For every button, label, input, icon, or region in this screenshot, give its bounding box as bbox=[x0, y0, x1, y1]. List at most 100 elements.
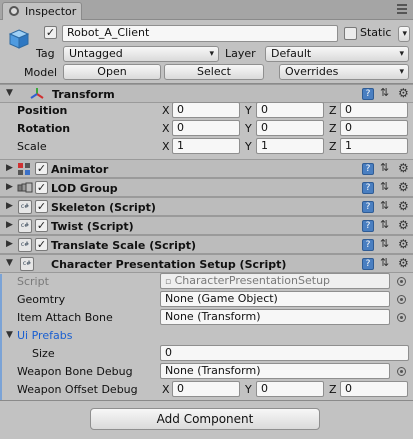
size-field[interactable]: 0 bbox=[160, 345, 409, 361]
menu-icon[interactable] bbox=[397, 4, 407, 14]
tag-dropdown[interactable]: Untagged ▾ bbox=[63, 46, 219, 62]
gear-icon[interactable]: ⚙ bbox=[398, 87, 410, 99]
weapon-bone-debug-field[interactable]: None (Transform) bbox=[160, 363, 390, 379]
item-attach-bone-field[interactable]: None (Transform) bbox=[160, 309, 390, 325]
presets-icon[interactable]: ⇅ bbox=[380, 87, 392, 99]
translate-scale-header[interactable]: ▶ c# ✓ Translate Scale (Script) ? ⇅ ⚙ bbox=[0, 235, 413, 254]
select-button[interactable]: Select bbox=[164, 64, 264, 80]
axis-y-label[interactable]: Y bbox=[245, 140, 252, 153]
rotation-label: Rotation bbox=[17, 122, 71, 135]
gameobject-name-field[interactable]: Robot_A_Client bbox=[62, 25, 338, 42]
help-book-icon[interactable]: ? bbox=[362, 182, 374, 194]
gear-icon[interactable]: ⚙ bbox=[398, 238, 410, 250]
weapon-offset-z-field[interactable]: 0 bbox=[340, 381, 408, 397]
tab-inspector[interactable]: Inspector bbox=[2, 2, 82, 20]
presets-icon[interactable]: ⇅ bbox=[380, 238, 392, 250]
object-picker-icon[interactable] bbox=[397, 313, 406, 322]
gameobject-cube-icon bbox=[8, 29, 30, 49]
tag-label: Tag bbox=[36, 47, 55, 60]
axis-y-label[interactable]: Y bbox=[245, 383, 252, 396]
presets-icon[interactable]: ⇅ bbox=[380, 200, 392, 212]
axis-z-label[interactable]: Z bbox=[329, 104, 337, 117]
presets-icon[interactable]: ⇅ bbox=[380, 162, 392, 174]
geomtry-label: Geomtry bbox=[17, 293, 66, 306]
help-book-icon[interactable]: ? bbox=[362, 201, 374, 213]
presets-icon[interactable]: ⇅ bbox=[380, 219, 392, 231]
transform-title: Transform bbox=[52, 88, 115, 101]
help-book-icon[interactable]: ? bbox=[362, 258, 374, 270]
translate-scale-enabled-checkbox[interactable]: ✓ bbox=[35, 238, 48, 251]
foldout-expanded-icon[interactable]: ▼ bbox=[6, 258, 13, 268]
component-selection-bar bbox=[0, 274, 2, 400]
foldout-expanded-icon[interactable]: ▼ bbox=[6, 88, 13, 98]
foldout-collapsed-icon[interactable]: ▶ bbox=[6, 239, 13, 249]
position-y-field[interactable]: 0 bbox=[256, 102, 324, 118]
twist-header[interactable]: ▶ c# ✓ Twist (Script) ? ⇅ ⚙ bbox=[0, 216, 413, 235]
scale-label: Scale bbox=[17, 140, 47, 153]
gear-icon[interactable]: ⚙ bbox=[398, 181, 410, 193]
ui-prefabs-label[interactable]: Ui Prefabs bbox=[17, 329, 72, 342]
object-picker-icon[interactable] bbox=[397, 367, 406, 376]
axis-x-label[interactable]: X bbox=[162, 383, 170, 396]
script-label: Script bbox=[17, 275, 49, 288]
character-presentation-header[interactable]: ▼ c# Character Presentation Setup (Scrip… bbox=[0, 254, 413, 273]
static-dropdown[interactable]: ▾ bbox=[398, 26, 410, 42]
rotation-y-field[interactable]: 0 bbox=[256, 120, 324, 136]
axis-y-label[interactable]: Y bbox=[245, 122, 252, 135]
help-book-icon[interactable]: ? bbox=[362, 239, 374, 251]
axis-z-label[interactable]: Z bbox=[329, 122, 337, 135]
scale-y-field[interactable]: 1 bbox=[256, 138, 324, 154]
lod-group-enabled-checkbox[interactable]: ✓ bbox=[35, 181, 48, 194]
gear-icon[interactable]: ⚙ bbox=[398, 200, 410, 212]
transform-header[interactable]: ▼ Transform ? ⇅ ⚙ bbox=[0, 84, 413, 103]
presets-icon[interactable]: ⇅ bbox=[380, 257, 392, 269]
rotation-z-field[interactable]: 0 bbox=[340, 120, 408, 136]
footer-divider bbox=[0, 400, 413, 401]
scale-z-field[interactable]: 1 bbox=[340, 138, 408, 154]
open-button[interactable]: Open bbox=[63, 64, 161, 80]
layer-dropdown[interactable]: Default ▾ bbox=[265, 46, 409, 62]
twist-enabled-checkbox[interactable]: ✓ bbox=[35, 219, 48, 232]
animator-enabled-checkbox[interactable]: ✓ bbox=[35, 162, 48, 175]
tab-strip: Inspector bbox=[0, 0, 413, 20]
skeleton-enabled-checkbox[interactable]: ✓ bbox=[35, 200, 48, 213]
translate-scale-title: Translate Scale (Script) bbox=[51, 239, 197, 252]
foldout-collapsed-icon[interactable]: ▶ bbox=[6, 182, 13, 192]
foldout-collapsed-icon[interactable]: ▶ bbox=[6, 201, 13, 211]
object-picker-icon[interactable] bbox=[397, 295, 406, 304]
weapon-offset-y-field[interactable]: 0 bbox=[256, 381, 324, 397]
rotation-x-field[interactable]: 0 bbox=[172, 120, 240, 136]
weapon-offset-x-field[interactable]: 0 bbox=[172, 381, 240, 397]
script-file-icon: ▫ bbox=[165, 277, 172, 287]
axis-z-label[interactable]: Z bbox=[329, 140, 337, 153]
position-z-field[interactable]: 0 bbox=[340, 102, 408, 118]
gear-icon[interactable]: ⚙ bbox=[398, 257, 410, 269]
axis-y-label[interactable]: Y bbox=[245, 104, 252, 117]
gameobject-active-checkbox[interactable]: ✓ bbox=[44, 26, 57, 39]
twist-title: Twist (Script) bbox=[51, 220, 134, 233]
gear-icon[interactable]: ⚙ bbox=[398, 219, 410, 231]
gear-icon[interactable]: ⚙ bbox=[398, 162, 410, 174]
foldout-collapsed-icon[interactable]: ▶ bbox=[6, 220, 13, 230]
foldout-collapsed-icon[interactable]: ▶ bbox=[6, 163, 13, 173]
axis-x-label[interactable]: X bbox=[162, 122, 170, 135]
foldout-expanded-icon[interactable]: ▼ bbox=[6, 330, 13, 340]
add-component-button[interactable]: Add Component bbox=[90, 408, 320, 430]
object-picker-icon[interactable] bbox=[397, 277, 406, 286]
scale-x-field[interactable]: 1 bbox=[172, 138, 240, 154]
overrides-dropdown[interactable]: Overrides ▾ bbox=[279, 64, 409, 80]
skeleton-header[interactable]: ▶ c# ✓ Skeleton (Script) ? ⇅ ⚙ bbox=[0, 197, 413, 216]
lod-group-header[interactable]: ▶ ✓ LOD Group ? ⇅ ⚙ bbox=[0, 178, 413, 197]
help-book-icon[interactable]: ? bbox=[362, 163, 374, 175]
animator-title: Animator bbox=[51, 163, 109, 176]
axis-x-label[interactable]: X bbox=[162, 140, 170, 153]
presets-icon[interactable]: ⇅ bbox=[380, 181, 392, 193]
static-checkbox[interactable] bbox=[344, 27, 357, 40]
axis-x-label[interactable]: X bbox=[162, 104, 170, 117]
help-book-icon[interactable]: ? bbox=[362, 220, 374, 232]
help-book-icon[interactable]: ? bbox=[362, 88, 374, 100]
geomtry-field[interactable]: None (Game Object) bbox=[160, 291, 390, 307]
position-x-field[interactable]: 0 bbox=[172, 102, 240, 118]
animator-header[interactable]: ▶ ✓ Animator ? ⇅ ⚙ bbox=[0, 159, 413, 178]
axis-z-label[interactable]: Z bbox=[329, 383, 337, 396]
